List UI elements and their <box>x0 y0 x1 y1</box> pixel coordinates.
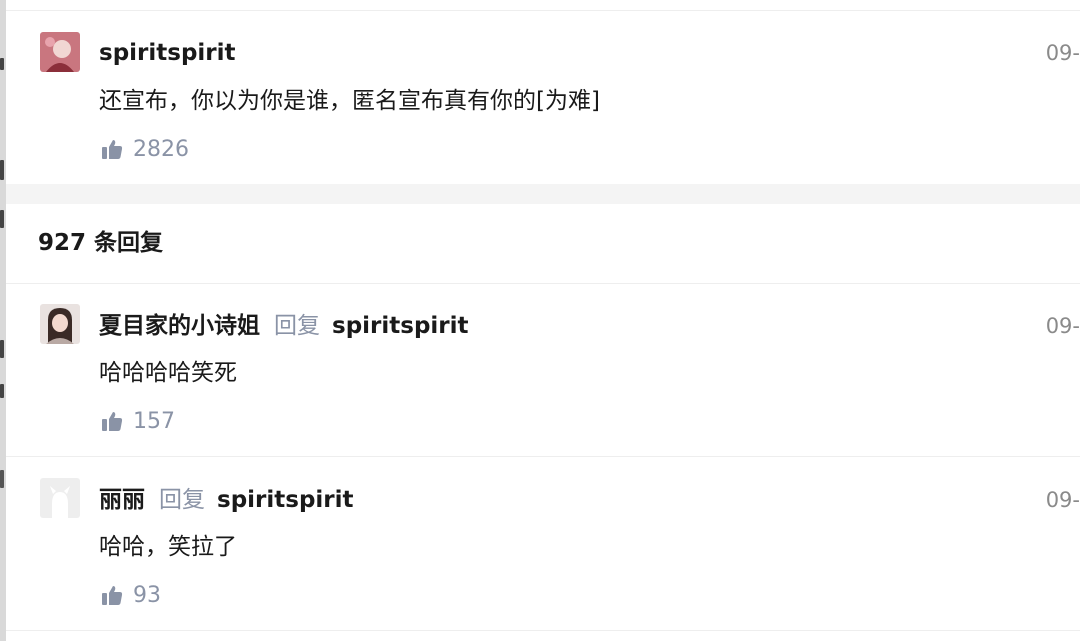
like-count: 157 <box>133 408 175 434</box>
edge-mark <box>0 160 4 180</box>
section-separator <box>6 184 1080 204</box>
like-button[interactable]: 157 <box>101 408 175 434</box>
thumbs-up-icon <box>102 586 123 605</box>
default-avatar-icon[interactable] <box>40 478 80 518</box>
user-avatar-icon[interactable] <box>40 304 80 344</box>
reply-word-label: 回复 <box>159 487 205 513</box>
reply-username[interactable]: 丽丽 <box>99 487 145 513</box>
thumbs-up-icon <box>102 140 123 159</box>
reply-target-username[interactable]: spiritspirit <box>217 487 354 513</box>
edge-mark <box>0 58 4 70</box>
edge-mark <box>0 470 4 488</box>
reply-date: 09- <box>1045 314 1080 338</box>
reply-date: 09- <box>1045 488 1080 512</box>
thumbs-up-icon <box>102 412 123 431</box>
reply-target-username[interactable]: spiritspirit <box>332 313 469 339</box>
username-text[interactable]: spiritspirit <box>99 40 236 66</box>
reply-username[interactable]: 夏目家的小诗姐 <box>99 313 260 339</box>
edge-mark <box>0 384 4 398</box>
like-count: 2826 <box>133 136 189 162</box>
comment-content: 还宣布，你以为你是谁，匿名宣布真有你的[为难] <box>99 88 600 114</box>
reply-content: 哈哈，笑拉了 <box>99 534 237 560</box>
like-button[interactable]: 2826 <box>101 136 189 162</box>
reply-content: 哈哈哈哈笑死 <box>99 360 237 386</box>
like-button[interactable]: 93 <box>101 582 161 608</box>
edge-mark <box>0 210 4 228</box>
edge-mark <box>0 340 4 358</box>
like-count: 93 <box>133 582 161 608</box>
reply-word-label: 回复 <box>274 313 320 339</box>
left-edge-strip <box>0 0 6 641</box>
reply-divider <box>6 456 1080 457</box>
user-avatar-icon[interactable] <box>40 32 80 72</box>
reply-user-line: 丽丽 回复 spiritspirit <box>99 485 354 515</box>
comment-date: 09- <box>1045 41 1080 65</box>
bottom-divider <box>6 630 1080 631</box>
top-divider <box>6 10 1080 11</box>
comment-username[interactable]: spiritspirit <box>99 38 236 68</box>
replies-count-title: 927 条回复 <box>38 230 164 256</box>
replies-divider <box>6 283 1080 284</box>
reply-user-line: 夏目家的小诗姐 回复 spiritspirit <box>99 311 469 341</box>
